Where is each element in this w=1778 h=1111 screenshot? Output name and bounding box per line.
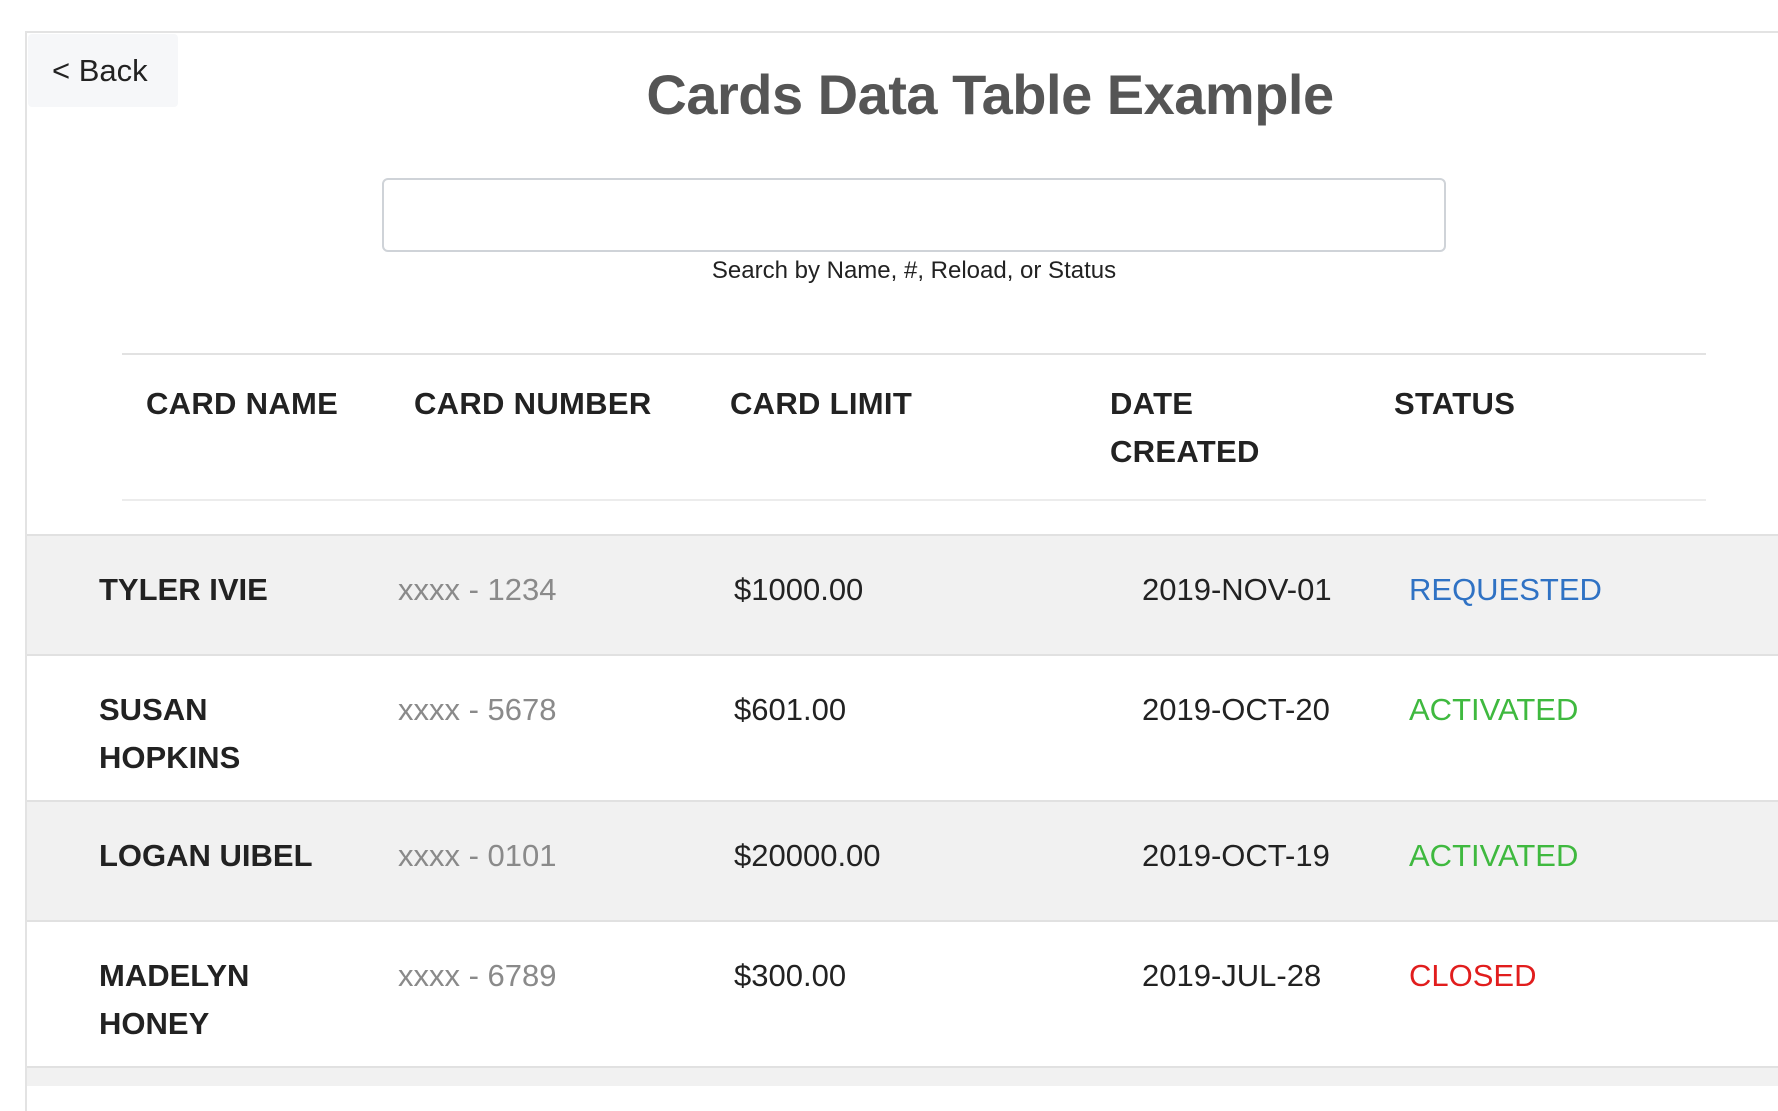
search-input[interactable] bbox=[382, 178, 1446, 252]
date-created: 2019-OCT-20 bbox=[1142, 692, 1330, 727]
card-number: xxxx - 1234 bbox=[398, 572, 557, 607]
card-number: xxxx - 0101 bbox=[398, 838, 557, 873]
card-limit: $1000.00 bbox=[734, 572, 864, 607]
card-limit: $601.00 bbox=[734, 692, 847, 727]
card-limit: $20000.00 bbox=[734, 838, 881, 873]
column-header-date-created[interactable]: DATE CREATED bbox=[1110, 380, 1260, 476]
column-header-status[interactable]: STATUS bbox=[1394, 380, 1515, 428]
header-divider-top bbox=[122, 353, 1706, 355]
table-row[interactable]: SUSAN HOPKINS xxxx - 5678 $601.00 2019-O… bbox=[27, 654, 1778, 802]
date-created: 2019-OCT-19 bbox=[1142, 838, 1330, 873]
card-name: SUSAN HOPKINS bbox=[99, 692, 241, 775]
column-header-card-name[interactable]: CARD NAME bbox=[146, 380, 338, 428]
header-divider-bottom bbox=[122, 499, 1706, 501]
date-created: 2019-NOV-01 bbox=[1142, 572, 1332, 607]
card-number: xxxx - 5678 bbox=[398, 692, 557, 727]
date-created: 2019-JUL-28 bbox=[1142, 958, 1322, 993]
status-badge: ACTIVATED bbox=[1409, 692, 1579, 727]
status-badge: REQUESTED bbox=[1409, 572, 1602, 607]
column-header-date-line1: DATE bbox=[1110, 386, 1194, 421]
column-header-card-limit[interactable]: CARD LIMIT bbox=[730, 380, 912, 428]
page-title: Cards Data Table Example bbox=[646, 63, 1334, 126]
table-row[interactable]: MADELYN HONEY xxxx - 6789 $300.00 2019-J… bbox=[27, 920, 1778, 1068]
card-name: MADELYN HONEY bbox=[99, 958, 250, 1041]
card-name: TYLER IVIE bbox=[99, 572, 268, 607]
status-badge: ACTIVATED bbox=[1409, 838, 1579, 873]
search-hint: Search by Name, #, Reload, or Status bbox=[711, 257, 1117, 284]
table-row[interactable] bbox=[27, 1066, 1778, 1086]
status-badge: CLOSED bbox=[1409, 958, 1537, 993]
card-limit: $300.00 bbox=[734, 958, 847, 993]
table-row[interactable]: TYLER IVIE xxxx - 1234 $1000.00 2019-NOV… bbox=[27, 534, 1778, 656]
column-header-card-number[interactable]: CARD NUMBER bbox=[414, 380, 652, 428]
card-number: xxxx - 6789 bbox=[398, 958, 557, 993]
table-row[interactable]: LOGAN UIBEL xxxx - 0101 $20000.00 2019-O… bbox=[27, 800, 1778, 922]
card-name: LOGAN UIBEL bbox=[99, 838, 313, 873]
column-header-date-line2: CREATED bbox=[1110, 434, 1260, 469]
